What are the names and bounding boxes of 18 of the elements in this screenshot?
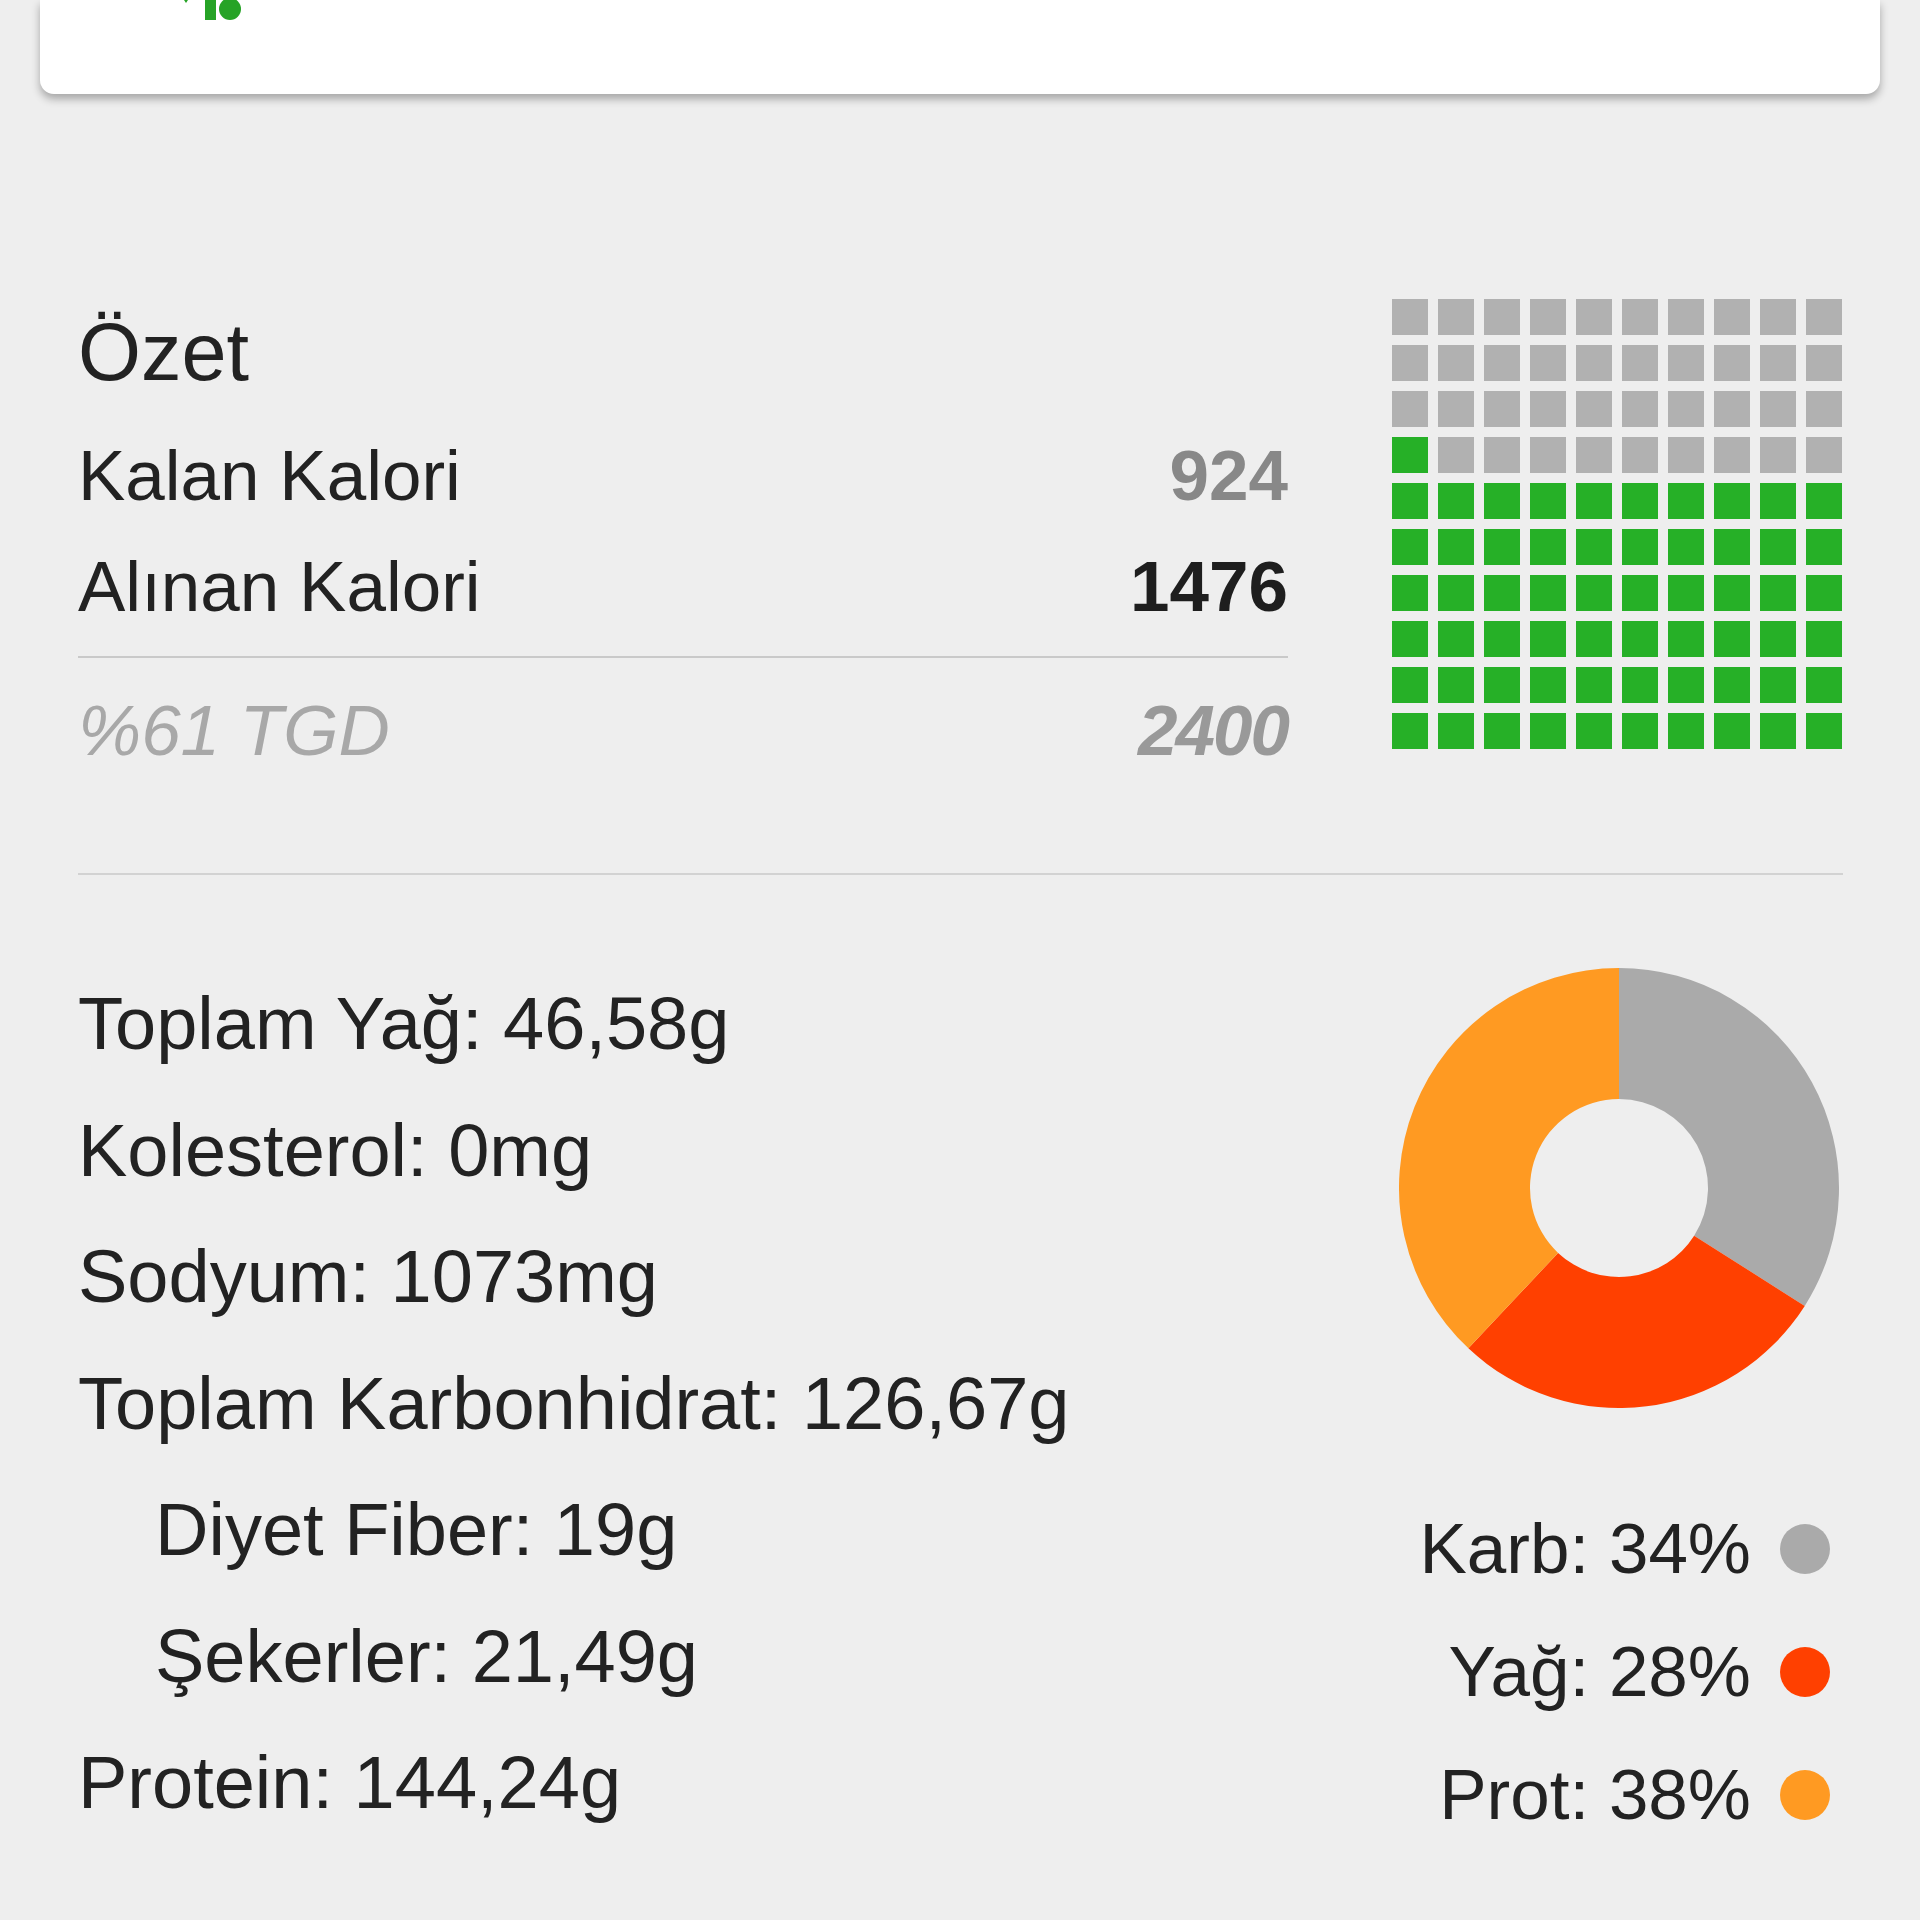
- calorie-value: 1476: [1130, 546, 1288, 628]
- goal-calorie-value: 2400: [1138, 690, 1288, 772]
- calorie-label: Kalan Kalori: [78, 435, 461, 517]
- nutrient-label: Sodyum: 1073mg: [78, 1234, 658, 1320]
- legend-label: Yağ: 28%: [1448, 1631, 1751, 1713]
- goal-percent-label: %61 TGD: [78, 690, 390, 772]
- legend-label: Karb: 34%: [1419, 1508, 1751, 1590]
- calorie-value: 924: [1169, 435, 1288, 517]
- section-title: Özet: [78, 307, 250, 397]
- nutrient-label: Toplam Karbonhidrat: 126,67g: [78, 1360, 1070, 1447]
- nutrient-label: Protein: 144,24g: [78, 1740, 622, 1826]
- legend-label: Prot: 38%: [1439, 1754, 1751, 1836]
- calorie-label: Alınan Kalori: [78, 546, 481, 628]
- nutrient-label: Diyet Fiber: 19g: [155, 1487, 678, 1573]
- nutrient-label: Kolesterol: 0mg: [78, 1107, 593, 1194]
- nutrient-label: Şekerler: 21,49g: [155, 1613, 698, 1700]
- nutrient-label: Toplam Yağ: 46,58g: [78, 981, 730, 1067]
- cropped-icon: [184, 0, 241, 20]
